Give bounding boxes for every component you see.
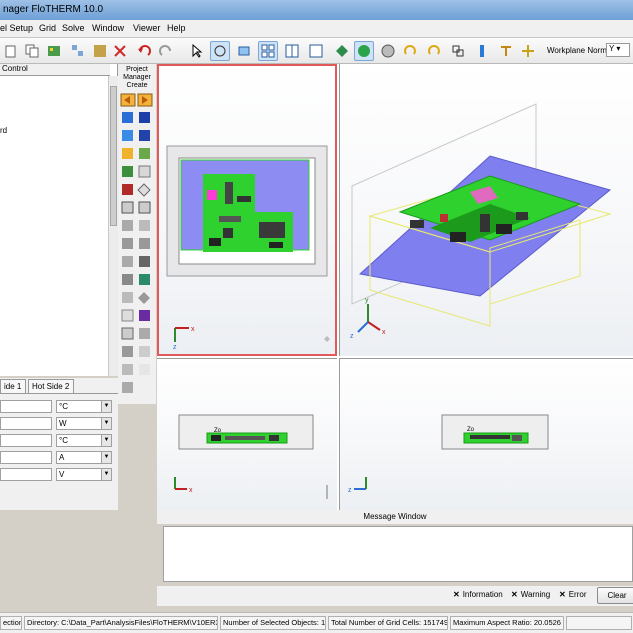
viewport-top[interactable]: z x bbox=[157, 64, 337, 356]
value-field[interactable] bbox=[0, 417, 52, 430]
render-icon[interactable] bbox=[354, 41, 374, 61]
tree-node-label[interactable]: rd bbox=[0, 126, 7, 135]
tab-side-1[interactable]: ide 1 bbox=[0, 379, 26, 393]
snap-icon[interactable] bbox=[518, 41, 538, 61]
unit-select[interactable]: °C ▼ bbox=[56, 400, 112, 413]
prop-row: A ▼ bbox=[0, 451, 118, 465]
message-window-title: Message Window bbox=[157, 510, 633, 524]
menu-help[interactable]: Help bbox=[167, 23, 186, 33]
close-icon: ✕ bbox=[559, 590, 566, 599]
menu-model-setup[interactable]: el Setup bbox=[0, 23, 33, 33]
window-title: nager FloTHERM 10.0 bbox=[3, 4, 104, 15]
value-field[interactable] bbox=[0, 468, 52, 481]
attribute-fields: °C ▼ W ▼ °C ▼ A ▼ V ▼ bbox=[0, 394, 118, 510]
project-tree-panel: Control rd bbox=[0, 64, 118, 376]
menu-solve[interactable]: Solve bbox=[62, 23, 85, 33]
tab-hot-side-2[interactable]: Hot Side 2 bbox=[28, 379, 74, 393]
unit-select[interactable]: V ▼ bbox=[56, 468, 112, 481]
filter-information[interactable]: ✕ Information bbox=[453, 590, 503, 599]
status-aspect-ratio: Maximum Aspect Ratio: 20.0526 bbox=[450, 616, 564, 630]
svg-text:Zo: Zo bbox=[214, 428, 222, 434]
rotate-view-icon[interactable] bbox=[210, 41, 230, 61]
status-grid-cells: Total Number of Grid Cells: 151749 bbox=[328, 616, 448, 630]
filter-warning[interactable]: ✕ Warning bbox=[511, 590, 550, 599]
workplane-select[interactable]: Y ▾ bbox=[606, 43, 630, 57]
copy-icon[interactable] bbox=[22, 41, 42, 61]
tree-scrollbar[interactable] bbox=[108, 76, 118, 376]
tree-icon[interactable] bbox=[68, 41, 88, 61]
undo-icon[interactable] bbox=[134, 41, 154, 61]
viewport-front[interactable]: Zo x bbox=[157, 358, 337, 510]
axis-label-y: y bbox=[365, 297, 369, 304]
chevron-down-icon: ▼ bbox=[101, 452, 111, 463]
mesh-icon[interactable] bbox=[378, 41, 398, 61]
axis-label-z-iso: z bbox=[350, 333, 354, 340]
object-tree-icon[interactable] bbox=[90, 41, 110, 61]
close-icon: ✕ bbox=[453, 590, 460, 599]
menu-window[interactable]: Window bbox=[92, 23, 124, 33]
status-selected-count: Number of Selected Objects: 1 bbox=[220, 616, 326, 630]
assembly-icon[interactable] bbox=[44, 41, 64, 61]
svg-text:Zo: Zo bbox=[467, 427, 475, 433]
axis-label-z: z bbox=[173, 344, 177, 351]
status-selection: ection bbox=[0, 616, 22, 630]
project-manager-palette: Project Manager Create bbox=[118, 64, 156, 404]
clear-button[interactable]: Clear bbox=[597, 587, 633, 604]
menu-grid[interactable]: Grid bbox=[39, 23, 56, 33]
palette-title: Project Manager Create bbox=[123, 66, 151, 89]
drawing-board: z x y x z Zo x Zo z bbox=[157, 64, 633, 510]
view-split-icon[interactable] bbox=[282, 41, 302, 61]
prop-row: W ▼ bbox=[0, 417, 118, 431]
unit-select[interactable]: A ▼ bbox=[56, 451, 112, 464]
view-single-icon[interactable] bbox=[306, 41, 326, 61]
status-bar: ection Directory: C:\Data_Part\AnalysisF… bbox=[0, 612, 633, 633]
status-directory: Directory: C:\Data_Part\AnalysisFiles\Fl… bbox=[24, 616, 218, 630]
unit-select[interactable]: °C ▼ bbox=[56, 434, 112, 447]
unit-select[interactable]: W ▼ bbox=[56, 417, 112, 430]
axis-label-z-side: z bbox=[348, 487, 352, 494]
paste-icon[interactable] bbox=[0, 41, 20, 61]
axis-label-x-front: x bbox=[189, 487, 193, 494]
rotate-ccw-icon[interactable] bbox=[424, 41, 444, 61]
toolbar: Workplane Normal Y ▾ bbox=[0, 38, 633, 64]
chevron-down-icon: ▼ bbox=[101, 469, 111, 480]
delete-icon[interactable] bbox=[110, 41, 130, 61]
value-field[interactable] bbox=[0, 434, 52, 447]
prop-row: V ▼ bbox=[0, 468, 118, 482]
title-bar: nager FloTHERM 10.0 bbox=[0, 0, 633, 20]
axis-label-x: x bbox=[191, 326, 195, 333]
status-empty bbox=[566, 616, 632, 630]
filter-error[interactable]: ✕ Error bbox=[559, 590, 586, 599]
create-icons-grid[interactable] bbox=[118, 92, 156, 402]
message-window[interactable] bbox=[163, 526, 633, 582]
attribute-tabs: ide 1 Hot Side 2 bbox=[0, 378, 118, 394]
message-filters: ✕ Information ✕ Warning ✕ Error Clear bbox=[157, 586, 633, 606]
chevron-down-icon: ▼ bbox=[101, 401, 111, 412]
menu-bar: el Setup Grid Solve Window Viewer Help bbox=[0, 20, 633, 38]
axis-label-x-iso: x bbox=[382, 329, 386, 336]
value-field[interactable] bbox=[0, 451, 52, 464]
select-cursor-icon[interactable] bbox=[186, 41, 206, 61]
view-4-icon[interactable] bbox=[258, 41, 278, 61]
zoom-box-icon[interactable] bbox=[234, 41, 254, 61]
distribute-icon[interactable] bbox=[472, 41, 492, 61]
tab-control[interactable]: Control bbox=[0, 64, 110, 76]
workplane-label: Workplane Normal bbox=[547, 46, 614, 55]
align-icon[interactable] bbox=[448, 41, 468, 61]
viewport-isometric[interactable]: y x z bbox=[339, 64, 633, 356]
redo-icon[interactable] bbox=[156, 41, 176, 61]
menu-viewer[interactable]: Viewer bbox=[133, 23, 160, 33]
pin-icon[interactable] bbox=[496, 41, 516, 61]
chevron-down-icon: ▼ bbox=[101, 418, 111, 429]
prop-row: °C ▼ bbox=[0, 400, 118, 414]
prop-row: °C ▼ bbox=[0, 434, 118, 448]
close-icon: ✕ bbox=[511, 590, 518, 599]
rotate-cw-icon[interactable] bbox=[400, 41, 420, 61]
navigate-icon[interactable] bbox=[332, 41, 352, 61]
value-field[interactable] bbox=[0, 400, 52, 413]
chevron-down-icon: ▼ bbox=[101, 435, 111, 446]
viewport-side[interactable]: Zo z bbox=[339, 358, 633, 510]
